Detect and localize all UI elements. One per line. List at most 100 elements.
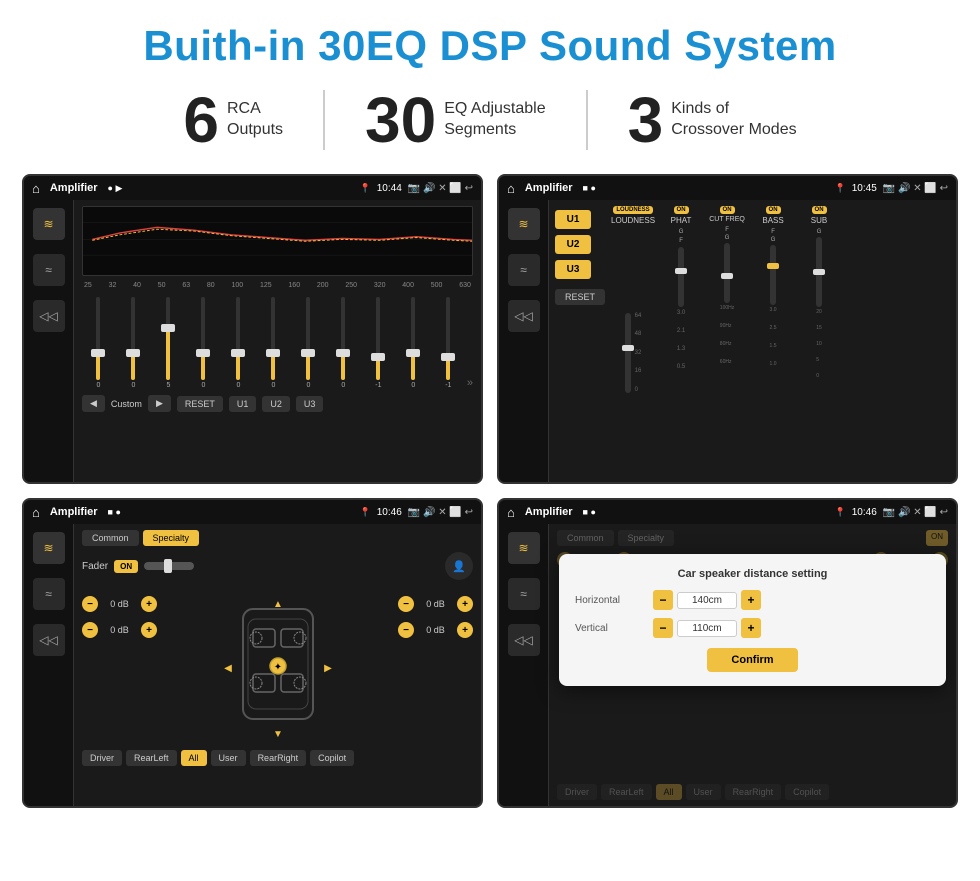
fader-home-icon[interactable]: ⌂: [32, 505, 40, 520]
eq-reset-btn[interactable]: RESET: [177, 396, 223, 412]
eq-slider-3[interactable]: 5: [152, 297, 185, 389]
phat-toggle[interactable]: ON: [674, 206, 689, 214]
horizontal-minus-btn[interactable]: −: [653, 590, 673, 610]
eq-sidebar-speaker-icon[interactable]: ◁◁: [33, 300, 65, 332]
eq-status-bar: ⌂ Amplifier ● ▶ 📍 10:44 📷 🔊 ✕ ⬜ ↩: [24, 176, 481, 200]
crossover-speaker-icon[interactable]: ◁◁: [508, 300, 540, 332]
eq-u2-btn[interactable]: U2: [262, 396, 290, 412]
eq-slider-2[interactable]: 0: [117, 297, 150, 389]
fader-speaker-icon[interactable]: ◁◁: [33, 624, 65, 656]
crossover-home-icon[interactable]: ⌂: [507, 181, 515, 196]
loudness-toggle[interactable]: LOUDNESS: [613, 206, 652, 214]
fader-driver-btn[interactable]: Driver: [82, 750, 122, 766]
eq-slider-8[interactable]: 0: [327, 297, 360, 389]
eq-slider-4[interactable]: 0: [187, 297, 220, 389]
eq-play-btn[interactable]: ▶: [148, 395, 171, 412]
eq-prev-btn[interactable]: ◀: [82, 395, 105, 412]
eq-status-icons: 📷 🔊 ✕ ⬜ ↩: [408, 183, 473, 194]
crossover-u-buttons: U1 U2 U3 RESET: [555, 206, 605, 476]
fader-tab-common[interactable]: Common: [82, 530, 139, 546]
confirm-button[interactable]: Confirm: [707, 648, 797, 672]
eq-graph: [82, 206, 473, 276]
bass-toggle[interactable]: ON: [766, 206, 781, 214]
fader-sidebar: ≋ ≈ ◁◁: [24, 524, 74, 806]
stat-label-crossover: Kinds of Crossover Modes: [671, 99, 796, 141]
vertical-plus-btn[interactable]: +: [741, 618, 761, 638]
fader-toggle[interactable]: ON: [114, 560, 138, 573]
crossover-sidebar: ≋ ≈ ◁◁: [499, 200, 549, 482]
fader-wave-icon[interactable]: ≈: [33, 578, 65, 610]
fader-rearright-btn[interactable]: RearRight: [250, 750, 307, 766]
eq-u1-btn[interactable]: U1: [229, 396, 257, 412]
eq-time: 10:44: [377, 183, 402, 194]
cutfreq-toggle[interactable]: ON: [720, 206, 735, 214]
stat-rca: 6 RCA Outputs: [143, 88, 323, 152]
crossover-screen: ⌂ Amplifier ■ ● 📍 10:45 📷 🔊 ✕ ⬜ ↩ ≋ ≈ ◁◁…: [497, 174, 958, 484]
dialog-speaker-icon[interactable]: ◁◁: [508, 624, 540, 656]
dialog-main: Common Specialty ON − 0 dB + − 0: [549, 524, 956, 806]
fader-rearleft-btn[interactable]: RearLeft: [126, 750, 177, 766]
vol-minus-3[interactable]: −: [398, 596, 414, 612]
eq-app-title: Amplifier: [50, 182, 98, 194]
eq-slider-10[interactable]: 0: [397, 297, 430, 389]
channel-cutfreq: ON CUT FREQ F G 100Hz90Hz80Hz60Hz: [707, 206, 747, 476]
dialog-location-icon: 📍: [835, 507, 846, 518]
crossover-u1-btn[interactable]: U1: [555, 210, 591, 229]
phat-label: PHAT: [671, 216, 692, 225]
fader-profile-icon[interactable]: 👤: [445, 552, 473, 580]
dialog-status-icons: 📷 🔊 ✕ ⬜ ↩: [883, 507, 948, 518]
crossover-content: ≋ ≈ ◁◁ U1 U2 U3 RESET LOUDNESS LOUDNESS: [499, 200, 956, 482]
fader-status-icons: 📷 🔊 ✕ ⬜ ↩: [408, 507, 473, 518]
fader-tab-specialty[interactable]: Specialty: [143, 530, 200, 546]
eq-slider-6[interactable]: 0: [257, 297, 290, 389]
dialog-bg-bottom-buttons: Driver RearLeft All User RearRight Copil…: [557, 784, 948, 800]
vol-plus-3[interactable]: +: [457, 596, 473, 612]
vol-minus-4[interactable]: −: [398, 622, 414, 638]
eq-sidebar-wave-icon[interactable]: ≈: [33, 254, 65, 286]
fader-controls: Fader ON 👤: [82, 552, 473, 580]
eq-slider-7[interactable]: 0: [292, 297, 325, 389]
dialog-eq-icon[interactable]: ≋: [508, 532, 540, 564]
eq-freq-labels: 2532405063 80100125160200 25032040050063…: [82, 282, 473, 289]
vol-value-2: 0 dB: [102, 625, 137, 635]
vol-plus-2[interactable]: +: [141, 622, 157, 638]
stat-label-rca: RCA Outputs: [227, 99, 283, 141]
stat-label-eq: EQ Adjustable Segments: [444, 99, 545, 141]
crossover-location-icon: 📍: [835, 183, 846, 194]
vol-minus-2[interactable]: −: [82, 622, 98, 638]
crossover-u3-btn[interactable]: U3: [555, 260, 591, 279]
eq-screen: ⌂ Amplifier ● ▶ 📍 10:44 📷 🔊 ✕ ⬜ ↩ ≋ ≈ ◁◁: [22, 174, 483, 484]
dialog-home-icon[interactable]: ⌂: [507, 505, 515, 520]
horizontal-value: 140cm: [677, 592, 737, 609]
vol-plus-4[interactable]: +: [457, 622, 473, 638]
crossover-eq-icon[interactable]: ≋: [508, 208, 540, 240]
eq-slider-11[interactable]: -1: [432, 297, 465, 389]
eq-sidebar-eq-icon[interactable]: ≋: [33, 208, 65, 240]
fader-copilot-btn[interactable]: Copilot: [310, 750, 354, 766]
home-icon[interactable]: ⌂: [32, 181, 40, 196]
stat-crossover: 3 Kinds of Crossover Modes: [588, 88, 837, 152]
fader-eq-icon[interactable]: ≋: [33, 532, 65, 564]
vertical-minus-btn[interactable]: −: [653, 618, 673, 638]
svg-text:▶: ▶: [324, 663, 332, 674]
bass-label: BASS: [762, 216, 783, 225]
crossover-reset-btn[interactable]: RESET: [555, 289, 605, 305]
dialog-bg-tab-specialty: Specialty: [618, 530, 675, 546]
fader-all-btn[interactable]: All: [181, 750, 207, 766]
horizontal-plus-btn[interactable]: +: [741, 590, 761, 610]
dialog-wave-icon[interactable]: ≈: [508, 578, 540, 610]
crossover-wave-icon[interactable]: ≈: [508, 254, 540, 286]
sub-toggle[interactable]: ON: [812, 206, 827, 214]
eq-slider-5[interactable]: 0: [222, 297, 255, 389]
vol-plus-1[interactable]: +: [141, 596, 157, 612]
eq-preset-label: Custom: [111, 399, 142, 409]
svg-text:▼: ▼: [273, 729, 283, 740]
fader-user-btn[interactable]: User: [211, 750, 246, 766]
vol-minus-1[interactable]: −: [82, 596, 98, 612]
crossover-u2-btn[interactable]: U2: [555, 235, 591, 254]
eq-slider-1[interactable]: 0: [82, 297, 115, 389]
eq-slider-9[interactable]: -1: [362, 297, 395, 389]
eq-u3-btn[interactable]: U3: [296, 396, 324, 412]
fader-horiz-slider[interactable]: [144, 562, 194, 570]
fader-label: Fader: [82, 561, 108, 572]
